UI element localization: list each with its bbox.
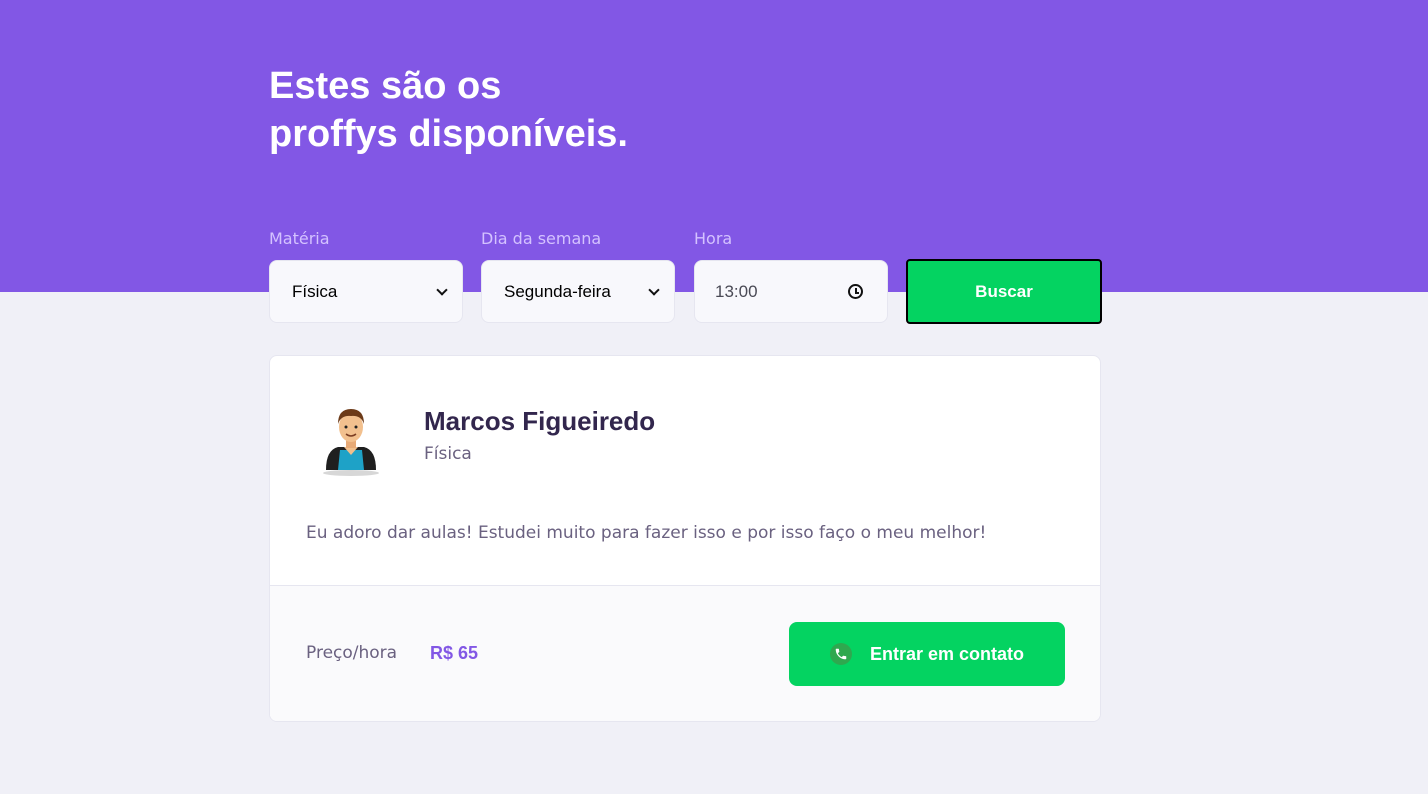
teacher-bio: Eu adoro dar aulas! Estudei muito para f…	[306, 523, 987, 543]
contact-button-label: Entrar em contato	[869, 643, 1025, 664]
teacher-card: Marcos Figueiredo Física Eu adoro dar au…	[269, 355, 1101, 722]
page-header	[0, 0, 1428, 292]
teacher-name: Marcos Figueiredo	[424, 406, 656, 436]
whatsapp-icon	[829, 643, 852, 665]
teacher-avatar	[323, 409, 379, 476]
chevron-down-icon	[436, 283, 448, 296]
weekday-label: Dia da semana	[481, 229, 602, 248]
time-input[interactable]: 13:00	[694, 260, 888, 323]
weekday-select-value: Segunda-feira	[504, 281, 611, 301]
contact-button[interactable]: Entrar em contato	[789, 622, 1065, 686]
page-title-line-1: Estes são os	[269, 65, 502, 107]
search-button[interactable]: Buscar	[906, 259, 1102, 324]
page-title-line-2: proffys disponíveis.	[269, 113, 628, 155]
subject-select[interactable]: Física	[269, 260, 463, 323]
clock-icon[interactable]	[848, 284, 863, 299]
price-label: Preço/hora	[306, 643, 398, 663]
time-label: Hora	[694, 229, 733, 248]
teacher-subject: Física	[424, 444, 472, 464]
subject-label: Matéria	[269, 229, 330, 248]
chevron-down-icon	[648, 283, 660, 296]
teacher-card-footer: Preço/hora R$ 65 Entrar em contato	[270, 585, 1100, 721]
phone-icon	[835, 648, 847, 660]
time-input-value: 13:00	[715, 281, 758, 301]
weekday-select[interactable]: Segunda-feira	[481, 260, 675, 323]
price-value: R$ 65	[430, 643, 479, 663]
subject-select-value: Física	[292, 281, 338, 301]
page-title: Estes são os proffys disponíveis.	[269, 62, 628, 158]
